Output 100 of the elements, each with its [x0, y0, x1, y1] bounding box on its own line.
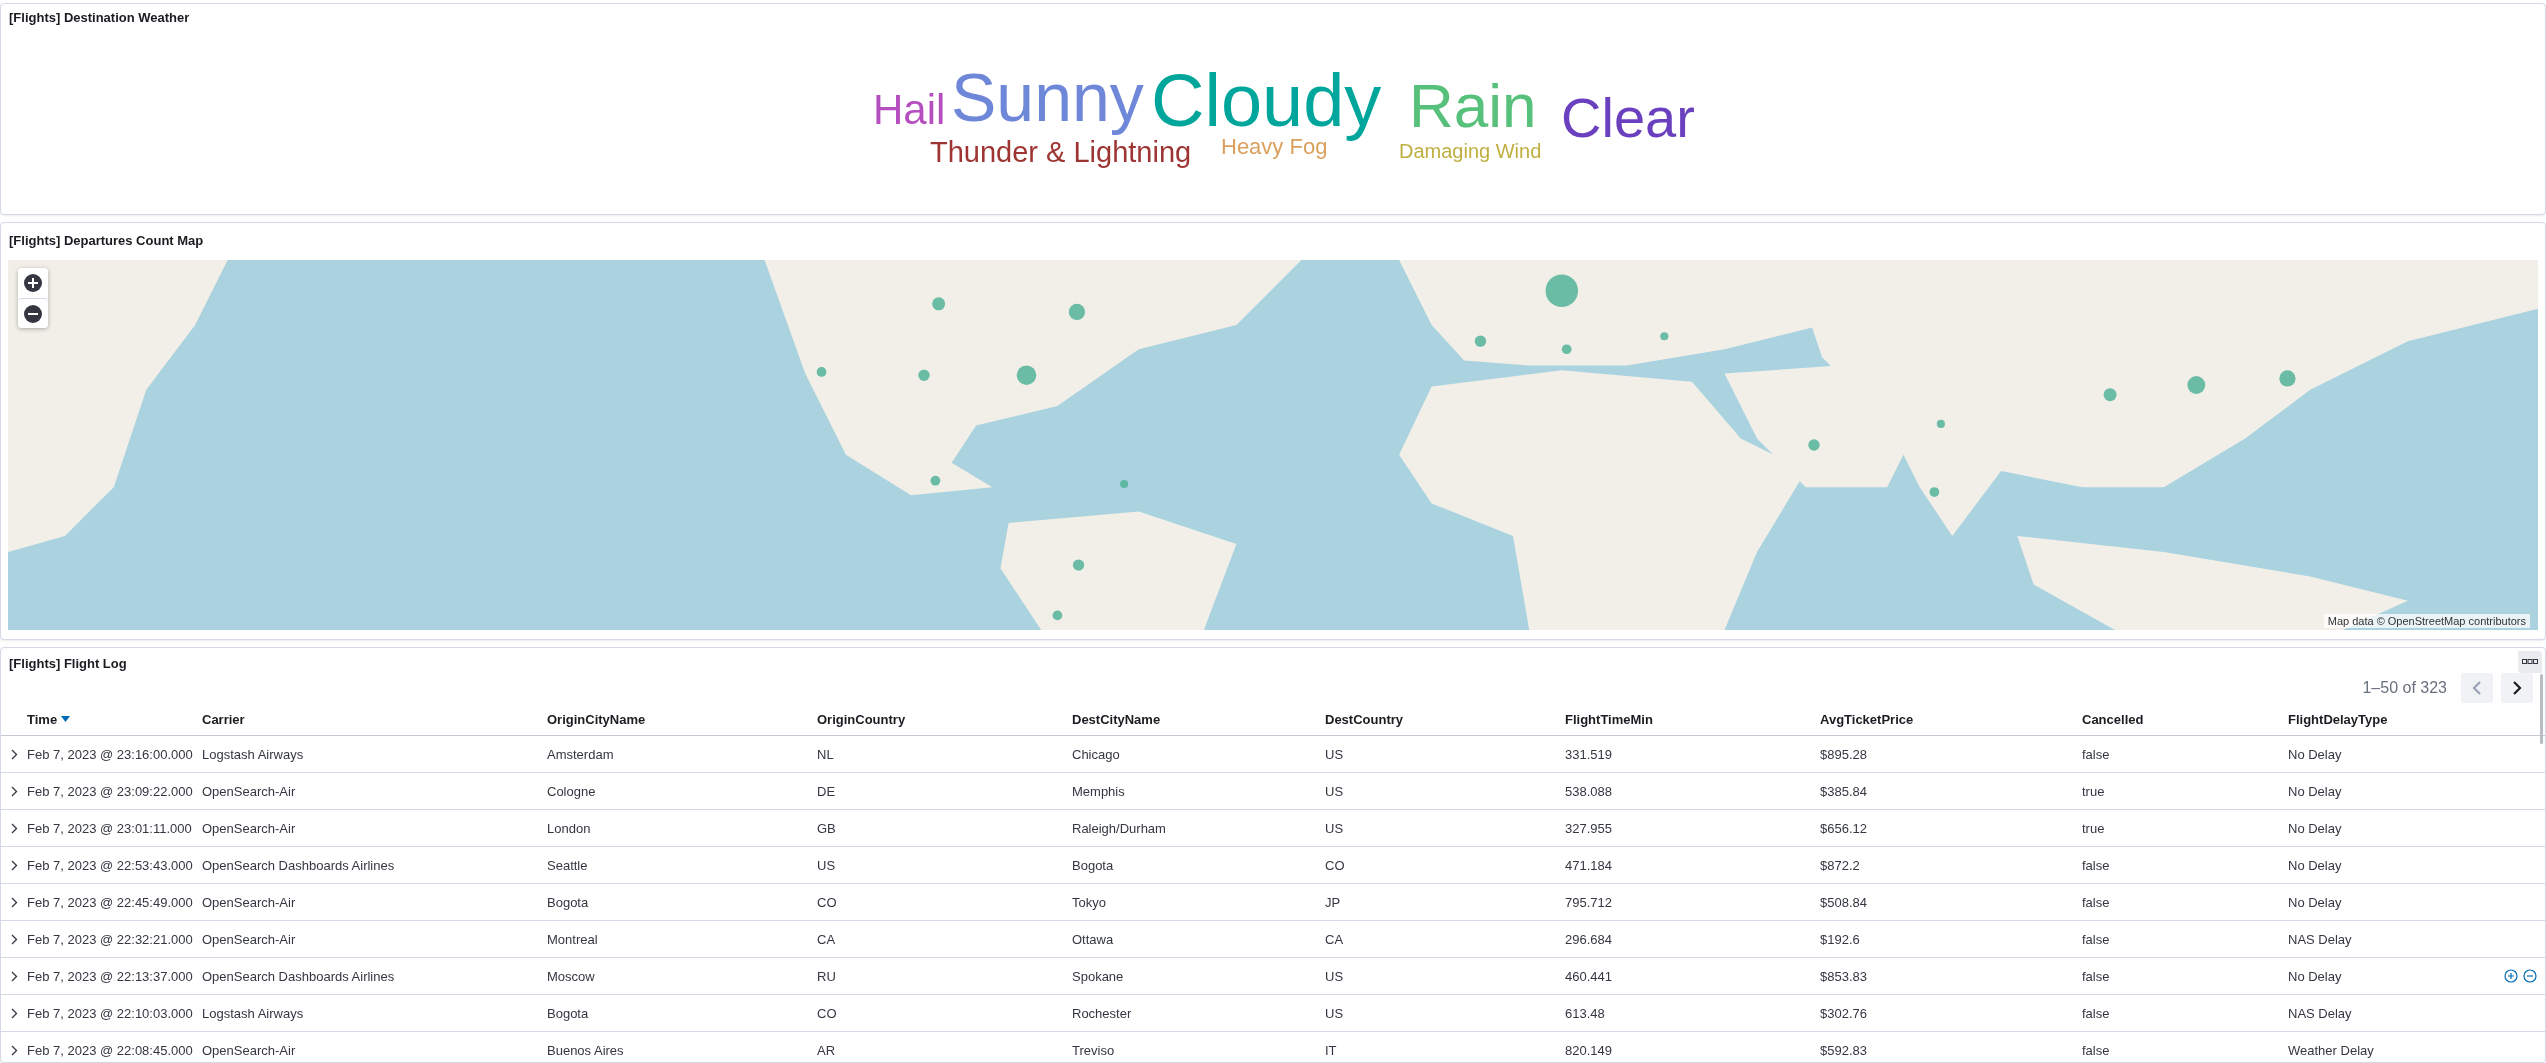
- table-cell: Tokyo: [1072, 894, 1106, 910]
- column-header[interactable]: Cancelled: [2082, 711, 2144, 727]
- table-cell: 460.441: [1565, 968, 1612, 984]
- column-header[interactable]: OriginCityName: [547, 711, 646, 727]
- column-header[interactable]: DestCityName: [1072, 711, 1161, 727]
- column-header[interactable]: FlightTimeMin: [1565, 711, 1653, 727]
- chevron-right-icon: [11, 785, 18, 797]
- plus-circle-icon: [2504, 969, 2518, 983]
- table-cell: Feb 7, 2023 @ 23:16:00.000: [27, 746, 193, 762]
- table-cell: OpenSearch-Air: [202, 783, 296, 799]
- panel-title: [Flights] Departures Count Map: [8, 232, 205, 250]
- table-cell: US: [1325, 1005, 1344, 1021]
- table-cell: No Delay: [2288, 894, 2342, 910]
- word-cloud-term[interactable]: Thunder & Lightning: [930, 136, 1192, 170]
- table-cell: $302.76: [1820, 1005, 1867, 1021]
- table-cell: No Delay: [2288, 820, 2342, 836]
- table-cell: Feb 7, 2023 @ 22:45:49.000: [27, 894, 193, 910]
- table-cell: NAS Delay: [2288, 931, 2352, 947]
- table-cell: Feb 7, 2023 @ 22:53:43.000: [27, 857, 193, 873]
- table-cell: Rochester: [1072, 1005, 1132, 1021]
- table-cell: Ottawa: [1072, 931, 1114, 947]
- table-cell: OpenSearch-Air: [202, 931, 296, 947]
- column-header[interactable]: OriginCountry: [817, 711, 906, 727]
- table-cell: Bogota: [547, 1005, 589, 1021]
- table-cell: false: [2082, 857, 2110, 873]
- table-cell: CO: [817, 1005, 837, 1021]
- table-cell: No Delay: [2288, 746, 2342, 762]
- word-cloud-term[interactable]: Clear: [1561, 86, 1695, 151]
- table-cell: 795.712: [1565, 894, 1612, 910]
- table-cell: true: [2082, 783, 2105, 799]
- chevron-right-icon: [11, 822, 18, 834]
- table-cell: Cologne: [547, 783, 596, 799]
- table-cell: OpenSearch-Air: [202, 820, 296, 836]
- table-cell: Weather Delay: [2288, 1042, 2374, 1058]
- table-cell: Buenos Aires: [547, 1042, 624, 1058]
- table-cell: false: [2082, 746, 2110, 762]
- table-cell: No Delay: [2288, 783, 2342, 799]
- table-cell: US: [817, 857, 836, 873]
- chevron-right-icon: [11, 859, 18, 871]
- zoom-in-button[interactable]: [18, 268, 48, 298]
- table-cell: $385.84: [1820, 783, 1867, 799]
- column-header[interactable]: Carrier: [202, 711, 245, 727]
- zoom-out-button[interactable]: [18, 298, 48, 328]
- table-cell: false: [2082, 968, 2110, 984]
- table-cell: 331.519: [1565, 746, 1612, 762]
- word-cloud-term[interactable]: Hail: [873, 86, 946, 135]
- table-cell: Spokane: [1072, 968, 1124, 984]
- table-cell: AR: [817, 1042, 836, 1058]
- table-cell: 820.149: [1565, 1042, 1612, 1058]
- table-cell: IT: [1325, 1042, 1337, 1058]
- panel-title: [Flights] Flight Log: [8, 655, 128, 673]
- chevron-right-icon: [11, 970, 18, 982]
- table-cell: $872.2: [1820, 857, 1860, 873]
- table-cell: 613.48: [1565, 1005, 1605, 1021]
- table-cell: OpenSearch-Air: [202, 1042, 296, 1058]
- table-cell: CA: [1325, 931, 1344, 947]
- sort-descending-icon: [61, 716, 71, 722]
- table-cell: Feb 7, 2023 @ 22:10:03.000: [27, 1005, 193, 1021]
- table-cell: false: [2082, 931, 2110, 947]
- table-cell: Bogota: [547, 894, 589, 910]
- table-cell: Amsterdam: [547, 746, 614, 762]
- table-cell: Montreal: [547, 931, 598, 947]
- table-cell: false: [2082, 1005, 2110, 1021]
- table-cell: $656.12: [1820, 820, 1867, 836]
- table-cell: Moscow: [547, 968, 595, 984]
- chevron-right-icon: [11, 933, 18, 945]
- table-cell: 327.955: [1565, 820, 1612, 836]
- table-cell: GB: [817, 820, 836, 836]
- chevron-right-icon: [11, 1007, 18, 1019]
- column-header[interactable]: Time: [27, 711, 71, 727]
- table-cell: Memphis: [1072, 783, 1125, 799]
- column-header[interactable]: FlightDelayType: [2288, 711, 2388, 727]
- chevron-right-icon: [2512, 681, 2522, 695]
- filter-for-value-button[interactable]: [2504, 969, 2518, 983]
- minus-circle-icon: [2523, 969, 2537, 983]
- table-cell: 538.088: [1565, 783, 1612, 799]
- panel-options-button[interactable]: [2518, 651, 2542, 673]
- table-cell: US: [1325, 783, 1344, 799]
- table-cell: 471.184: [1565, 857, 1612, 873]
- table-cell: false: [2082, 1042, 2110, 1058]
- column-header[interactable]: DestCountry: [1325, 711, 1403, 727]
- table-cell: Seattle: [547, 857, 588, 873]
- table-cell: JP: [1325, 894, 1341, 910]
- more-icon: [2522, 659, 2538, 665]
- table-cell: DE: [817, 783, 836, 799]
- filter-out-value-button[interactable]: [2523, 969, 2537, 983]
- table-cell: $895.28: [1820, 746, 1867, 762]
- table-cell: Feb 7, 2023 @ 22:08:45.000: [27, 1042, 193, 1058]
- table-cell: $508.84: [1820, 894, 1867, 910]
- column-header[interactable]: AvgTicketPrice: [1820, 711, 1914, 727]
- scrollbar[interactable]: [2540, 674, 2543, 744]
- table-cell: Logstash Airways: [202, 746, 304, 762]
- table-cell: Feb 7, 2023 @ 23:01:11.000: [27, 820, 192, 836]
- table-cell: Feb 7, 2023 @ 22:13:37.000: [27, 968, 193, 984]
- next-page-button[interactable]: [2501, 673, 2533, 703]
- panel-title: [Flights] Destination Weather: [8, 9, 191, 27]
- table-cell: CO: [1325, 857, 1345, 873]
- table-cell: Chicago: [1072, 746, 1120, 762]
- table-cell: Bogota: [1072, 857, 1114, 873]
- table-cell: Treviso: [1072, 1042, 1115, 1058]
